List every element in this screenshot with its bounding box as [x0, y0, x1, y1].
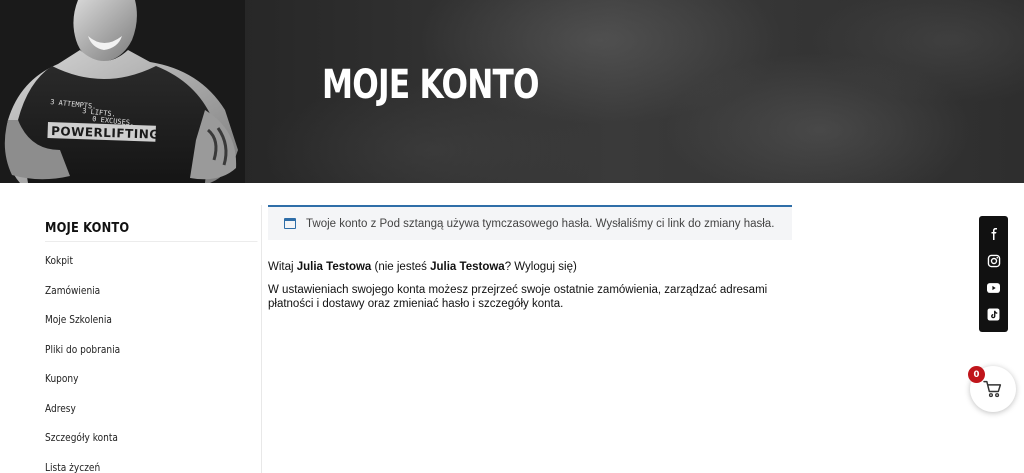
window-icon [284, 218, 296, 229]
tiktok-icon [987, 308, 1000, 321]
desc-part4: . [560, 297, 564, 310]
sidebar-item-label: Zamówienia [45, 283, 101, 297]
sidebar-divider [261, 205, 262, 473]
sidebar-item-szczegoly-konta[interactable]: Szczegóły konta [45, 423, 257, 453]
social-bar [979, 216, 1008, 332]
recent-orders-link[interactable]: ostatnie zamówienia [554, 284, 658, 296]
facebook-icon [991, 227, 997, 240]
cart-count-badge: 0 [968, 366, 985, 383]
sidebar-item-label: Moje Szkolenia [45, 313, 112, 327]
hero-banner: 3 ATTEMPTS. 3 LIFTS. 0 EXCUSES. POWERLIF… [0, 0, 1024, 183]
temporary-password-notice: Twoje konto z Pod sztangą używa tymczaso… [268, 205, 792, 240]
greeting-username-2: Julia Testowa [430, 261, 505, 273]
instagram-icon [987, 254, 1000, 267]
youtube-icon [987, 282, 1000, 293]
sidebar-list: Kokpit Zamówienia Moje Szkolenia Pliki d… [45, 246, 257, 473]
sidebar-item-pliki-do-pobrania[interactable]: Pliki do pobrania [45, 335, 257, 365]
hero-athlete-image: 3 ATTEMPTS. 3 LIFTS. 0 EXCUSES. POWERLIF… [0, 0, 245, 183]
sidebar-item-label: Szczegóły konta [45, 431, 118, 445]
sidebar-heading: MOJE KONTO [45, 220, 258, 242]
youtube-link[interactable] [984, 278, 1004, 298]
desc-part1: W ustawieniach swojego konta możesz prze… [268, 284, 554, 296]
sidebar-item-label: Kupony [45, 372, 79, 386]
notice-text: Twoje konto z Pod sztangą używa tymczaso… [306, 217, 775, 230]
logout-link[interactable]: Wyloguj się [514, 261, 573, 273]
sidebar-item-label: Adresy [45, 401, 76, 415]
account-details-link[interactable]: zmieniać hasło i szczegóły konta [393, 298, 560, 310]
desc-part2: , zarządzać [657, 284, 720, 296]
account-navigation: MOJE KONTO Kokpit Zamówienia Moje Szkole… [45, 220, 258, 473]
sidebar-item-label: Kokpit [45, 254, 73, 268]
greeting-middle: (nie jesteś [371, 261, 431, 273]
sidebar-item-kokpit[interactable]: Kokpit [45, 246, 257, 276]
page-title: MOJE KONTO [322, 62, 540, 108]
shopping-cart-icon [983, 380, 1002, 398]
account-description: W ustawieniach swojego konta możesz prze… [268, 284, 798, 311]
desc-part3: oraz [364, 297, 394, 310]
sidebar-heading-text: MOJE KONTO [45, 220, 130, 236]
sidebar-item-kupony[interactable]: Kupony [45, 364, 257, 394]
sidebar-item-lista-zyczen[interactable]: Lista życzeń [45, 453, 257, 473]
greeting-question: ? [504, 261, 515, 273]
sidebar-item-adresy[interactable]: Adresy [45, 394, 257, 424]
sidebar-item-label: Pliki do pobrania [45, 342, 121, 356]
greeting: Witaj Julia Testowa (nie jesteś Julia Te… [268, 261, 577, 273]
greeting-username: Julia Testowa [296, 261, 372, 273]
sidebar-item-label: Lista życzeń [45, 460, 101, 473]
sidebar-item-zamowienia[interactable]: Zamówienia [45, 276, 257, 306]
instagram-link[interactable] [984, 251, 1004, 271]
sidebar-item-moje-szkolenia[interactable]: Moje Szkolenia [45, 305, 257, 335]
facebook-link[interactable] [984, 224, 1004, 244]
greeting-suffix: ) [572, 261, 577, 273]
tiktok-link[interactable] [984, 305, 1004, 325]
greeting-prefix: Witaj [268, 261, 297, 273]
